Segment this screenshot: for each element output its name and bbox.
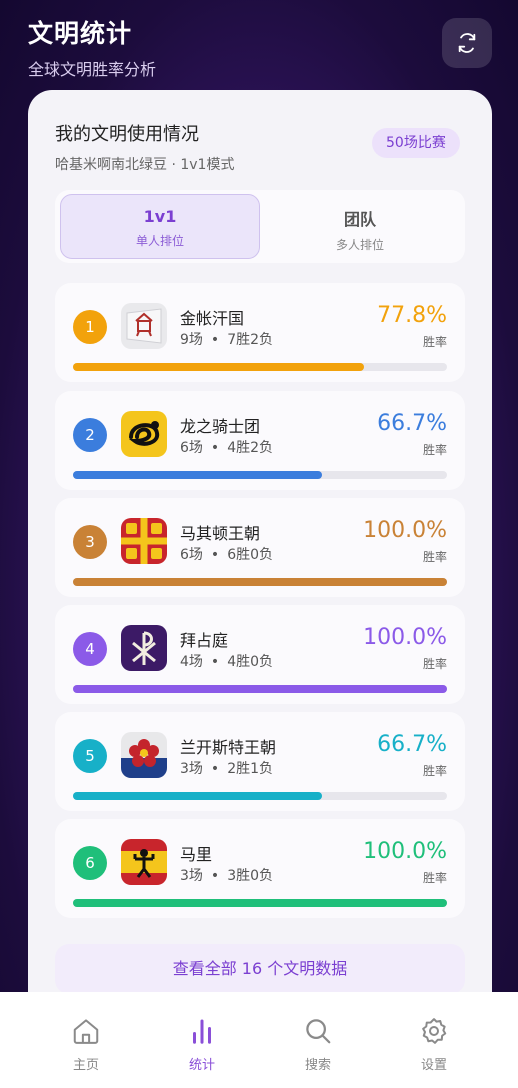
win-rate-bar — [73, 792, 447, 800]
win-loss-record: 2胜1负 — [227, 761, 274, 777]
win-rate-bar-fill — [73, 685, 447, 693]
home-icon — [73, 1019, 99, 1044]
tab-1v1-label: 1v1 — [143, 207, 177, 226]
games-count: 3场 — [180, 761, 203, 777]
civ-stats: 6场 • 4胜2负 — [180, 440, 274, 456]
tab-team-sublabel: 多人排位 — [335, 238, 384, 252]
civ-stats: 3场 • 2胜1负 — [180, 761, 274, 777]
civ-name: 兰开斯特王朝 — [180, 738, 277, 757]
win-rate-bar — [73, 685, 447, 693]
nav-label-stats: 统计 — [188, 1058, 215, 1073]
win-rate-bar-fill — [73, 471, 323, 479]
civ-row[interactable]: 5 兰开斯特王朝 3场 • 2胜1负 66.7% 胜率 — [55, 712, 465, 811]
tab-team[interactable]: 团队 多人排位 — [260, 194, 460, 259]
win-loss-record: 6胜0负 — [227, 547, 274, 563]
win-rate-bar-fill — [73, 578, 447, 586]
games-count: 9场 — [180, 332, 203, 348]
win-rate-bar — [73, 899, 447, 907]
win-rate-value: 100.0% — [363, 625, 447, 650]
nav-item-home[interactable]: 主页 — [51, 1016, 121, 1073]
card-subtitle: 哈基米啊南北绿豆 · 1v1模式 — [55, 157, 235, 173]
match-count-badge: 50场比赛 — [372, 128, 460, 158]
civ-name: 马其顿王朝 — [180, 524, 261, 543]
win-rate-label: 胜率 — [422, 871, 447, 885]
win-rate-bar — [73, 363, 447, 371]
win-rate-label: 胜率 — [422, 550, 447, 564]
rank-badge: 4 — [73, 632, 107, 666]
civ-name: 金帐汗国 — [180, 309, 245, 328]
win-rate-bar-fill — [73, 363, 364, 371]
page-title: 文明统计 — [28, 19, 133, 48]
civ-row[interactable]: 1 金帐汗国 9场 • 7胜2负 77.8% 胜率 — [55, 283, 465, 382]
rank-badge: 1 — [73, 310, 107, 344]
refresh-icon — [458, 33, 476, 53]
win-rate-label: 胜率 — [422, 443, 447, 457]
win-loss-record: 7胜2负 — [227, 332, 274, 348]
win-rate-bar — [73, 578, 447, 586]
golden-horde-emblem-icon — [121, 303, 167, 349]
civ-stats: 3场 • 3胜0负 — [180, 868, 274, 884]
win-rate-value: 77.8% — [377, 303, 447, 328]
page-header: 文明统计 全球文明胜率分析 — [28, 14, 156, 80]
gear-icon — [422, 1018, 447, 1044]
macedonian-dynasty-emblem-icon — [121, 518, 167, 564]
rank-badge: 5 — [73, 739, 107, 773]
mode-tabs: 1v1 单人排位 团队 多人排位 — [55, 190, 465, 263]
civ-name: 马里 — [180, 845, 213, 864]
tab-1v1-sublabel: 单人排位 — [135, 234, 184, 248]
civ-stats: 9场 • 7胜2负 — [180, 332, 274, 348]
civ-stats: 6场 • 6胜0负 — [180, 547, 274, 563]
civ-row[interactable]: 6 马里 3场 • 3胜0负 100.0% 胜率 — [55, 819, 465, 918]
civ-name: 龙之骑士团 — [180, 417, 261, 436]
civ-stats: 4场 • 4胜0负 — [180, 654, 274, 670]
nav-label-home: 主页 — [72, 1058, 99, 1073]
rank-badge: 6 — [73, 846, 107, 880]
rank-badge: 3 — [73, 525, 107, 559]
nav-item-settings[interactable]: 设置 — [399, 1016, 469, 1073]
refresh-button[interactable] — [442, 18, 492, 68]
win-rate-value: 100.0% — [363, 518, 447, 543]
games-count: 6场 — [180, 547, 203, 563]
win-rate-label: 胜率 — [422, 335, 447, 349]
civ-name: 拜占庭 — [180, 631, 229, 650]
nav-item-search[interactable]: 搜索 — [283, 1016, 353, 1073]
win-loss-record: 3胜0负 — [227, 868, 274, 884]
win-rate-value: 66.7% — [377, 411, 447, 436]
bottom-nav: 主页 统计 搜索 设置 — [0, 992, 518, 1088]
win-loss-record: 4胜2负 — [227, 440, 274, 456]
win-loss-record: 4胜0负 — [227, 654, 274, 670]
rank-badge: 2 — [73, 418, 107, 452]
civ-usage-card: 我的文明使用情况 哈基米啊南北绿豆 · 1v1模式 50场比赛 1v1 单人排位… — [28, 90, 492, 1020]
page-subtitle: 全球文明胜率分析 — [28, 60, 157, 79]
win-rate-bar-fill — [73, 899, 447, 907]
tab-1v1[interactable]: 1v1 单人排位 — [60, 194, 260, 259]
civ-row[interactable]: 4 拜占庭 4场 • 4胜0负 100.0% 胜率 — [55, 605, 465, 704]
byzantine-chi-rho-emblem-icon — [121, 625, 167, 671]
win-rate-label: 胜率 — [422, 764, 447, 778]
dragon-order-emblem-icon — [121, 411, 167, 457]
win-rate-bar-fill — [73, 792, 323, 800]
nav-label-search: 搜索 — [304, 1058, 331, 1073]
stats-bars-icon — [193, 1019, 211, 1044]
games-count: 3场 — [180, 868, 203, 884]
civ-row[interactable]: 3 马其顿王朝 6场 • 6胜0负 100.0% 胜率 — [55, 498, 465, 597]
nav-item-stats[interactable]: 统计 — [167, 1016, 237, 1073]
win-rate-value: 66.7% — [377, 732, 447, 757]
lancaster-rose-emblem-icon — [121, 732, 167, 778]
win-rate-value: 100.0% — [363, 839, 447, 864]
tab-team-label: 团队 — [343, 210, 376, 229]
mali-emblem-icon — [121, 839, 167, 885]
win-rate-label: 胜率 — [422, 657, 447, 671]
nav-label-settings: 设置 — [420, 1058, 447, 1073]
civ-row[interactable]: 2 龙之骑士团 6场 • 4胜2负 66.7% 胜率 — [55, 391, 465, 490]
view-all-civs-button[interactable]: 查看全部 16 个文明数据 — [55, 944, 465, 994]
win-rate-bar — [73, 471, 447, 479]
card-title: 我的文明使用情况 — [55, 124, 199, 145]
games-count: 4场 — [180, 654, 203, 670]
search-icon — [306, 1019, 331, 1044]
games-count: 6场 — [180, 440, 203, 456]
